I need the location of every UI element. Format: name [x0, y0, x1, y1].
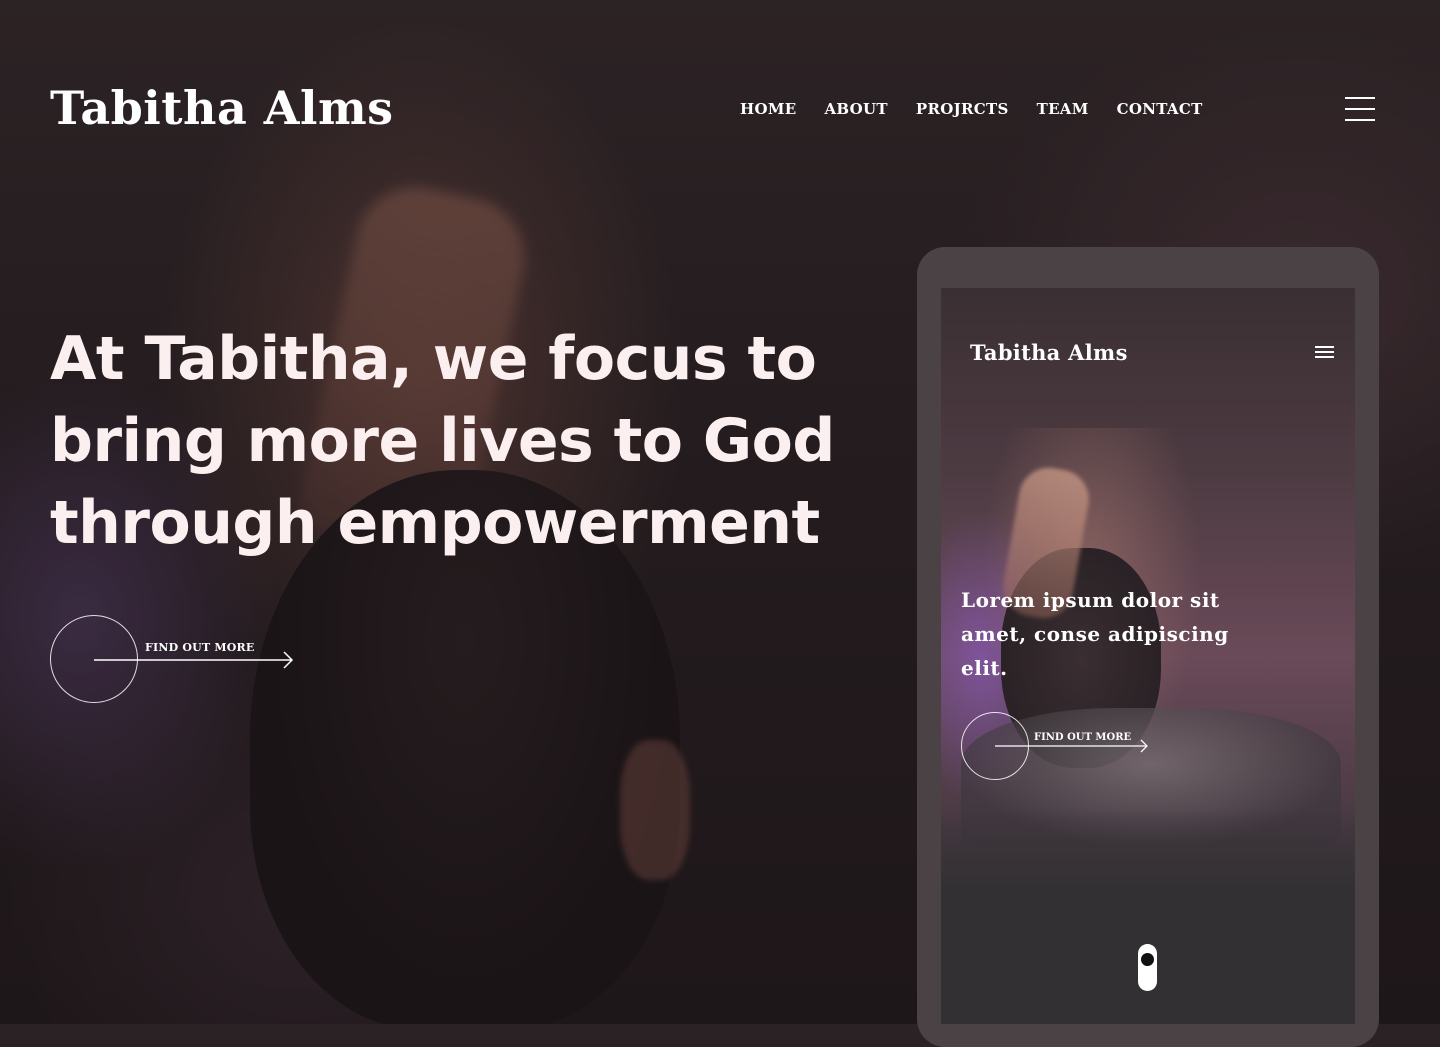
mobile-hamburger-icon[interactable] — [1315, 346, 1334, 359]
nav-item-contact[interactable]: CONTACT — [1117, 100, 1203, 118]
mobile-heading: Lorem ipsum dolor sit amet, conse adipis… — [961, 588, 1229, 680]
arrow-right-icon — [94, 651, 294, 669]
hero-headline: At Tabitha, we focus to bring more lives… — [50, 324, 835, 558]
mobile-logo[interactable]: Tabitha Alms — [970, 340, 1128, 365]
find-out-more-button[interactable]: FIND OUT MORE — [50, 615, 310, 705]
hamburger-icon[interactable] — [1345, 97, 1375, 121]
mobile-find-out-more-button[interactable]: FIND OUT MORE — [961, 712, 1161, 782]
nav-item-home[interactable]: HOME — [740, 100, 796, 118]
main-nav: HOME ABOUT PROJRCTS TEAM CONTACT — [740, 100, 1203, 118]
nav-item-projects[interactable]: PROJRCTS — [916, 100, 1009, 118]
mouse-scroll-icon[interactable] — [1138, 944, 1157, 991]
site-logo[interactable]: Tabitha Alms — [50, 78, 394, 138]
arrow-right-icon — [995, 739, 1148, 753]
nav-item-about[interactable]: ABOUT — [824, 100, 887, 118]
nav-item-team[interactable]: TEAM — [1037, 100, 1089, 118]
